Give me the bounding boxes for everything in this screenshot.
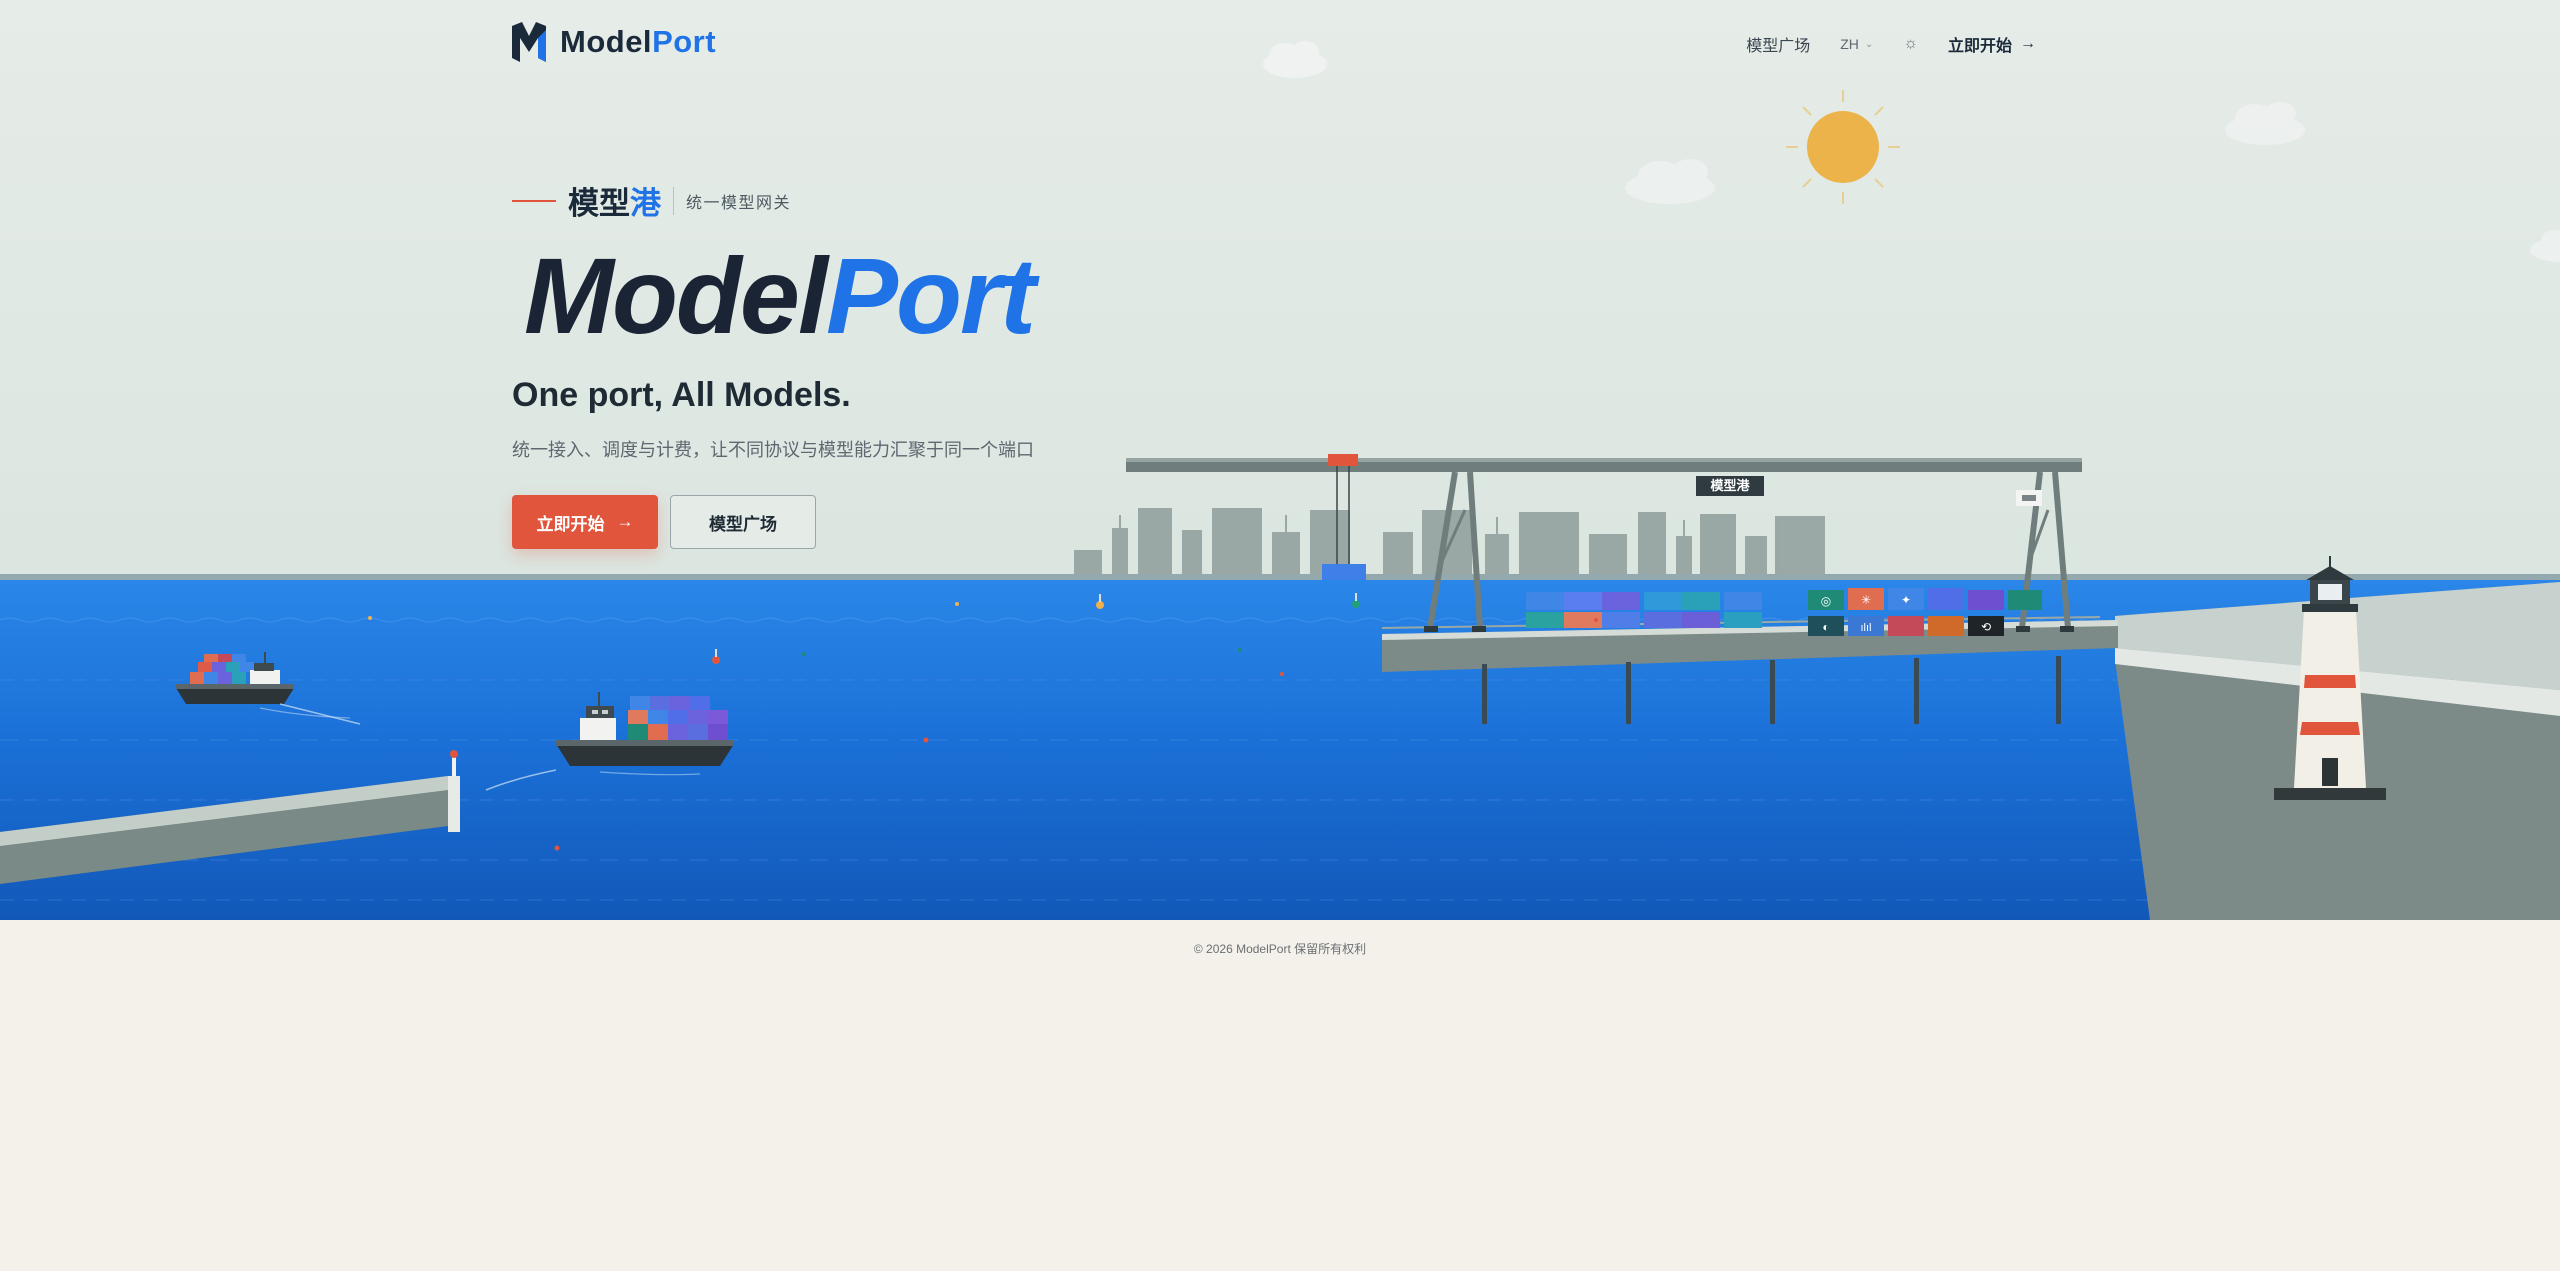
brand-name-model: Model	[560, 24, 653, 59]
language-selector[interactable]: ZH ⌄	[1840, 36, 1873, 52]
svg-text:◎: ◎	[1821, 594, 1831, 608]
arrow-right-icon: →	[2020, 35, 2036, 52]
nav-start-label: 立即开始	[1947, 38, 2012, 55]
language-label: ZH	[1840, 36, 1859, 52]
svg-text:⟲: ⟲	[1981, 620, 1991, 634]
model-plaza-button[interactable]: 模型广场	[670, 495, 816, 549]
hero-eyebrow: 模型港 统一模型网关	[512, 178, 791, 223]
svg-text:◐: ◐	[1822, 620, 1829, 634]
divider	[673, 186, 674, 215]
accent-line	[512, 199, 556, 202]
top-nav: 模型广场 ZH ⌄ ☼ 立即开始 →	[1746, 32, 2036, 56]
svg-text:ılıl: ılıl	[1861, 622, 1872, 634]
eyebrow-title: 模型港	[568, 178, 661, 223]
cloud-icon	[2530, 230, 2560, 262]
logo-mark-icon	[512, 22, 546, 62]
cloud-icon	[2225, 102, 2305, 145]
brand-name-port: Port	[652, 24, 717, 59]
brand-logo[interactable]: ModelPort	[512, 22, 716, 62]
hero-description: 统一接入、调度与计费，让不同协议与模型能力汇聚于同一个端口	[512, 440, 1034, 460]
sun-icon	[1786, 90, 1900, 204]
eyebrow-subtitle: 统一模型网关	[686, 194, 792, 212]
sun-icon[interactable]: ☼	[1903, 35, 1918, 53]
arrow-right-icon: →	[616, 512, 634, 531]
model-plaza-button-label: 模型广场	[709, 514, 777, 534]
nav-model-plaza[interactable]: 模型广场	[1746, 32, 1810, 56]
hero-wordmark: ModelPort	[524, 226, 1036, 366]
hero-tagline: One port, All Models.	[512, 376, 851, 414]
harbor-illustration: 模型港 ◎ ✳ ✦ ◐ ılıl ⟲	[0, 41, 2560, 920]
cloud-icon	[1625, 159, 1715, 204]
eyebrow-title-part1: 模型	[568, 186, 630, 221]
chevron-down-icon: ⌄	[1864, 38, 1874, 50]
svg-text:✳: ✳	[1861, 593, 1871, 607]
eyebrow-title-part2: 港	[630, 186, 661, 221]
start-button-label: 立即开始	[536, 514, 605, 534]
nav-start-link[interactable]: 立即开始 →	[1948, 32, 2036, 56]
crane-sign-label: 模型港	[1710, 478, 1750, 494]
footer-copyright: © 2026 ModelPort 保留所有权利	[1193, 942, 1367, 956]
site-header: ModelPort 模型广场 ZH ⌄ ☼ 立即开始 →	[512, 22, 2036, 68]
svg-text:✦: ✦	[1901, 593, 1911, 607]
wordmark-model: Model	[524, 235, 828, 356]
hero-section: 模型港 ◎ ✳ ✦ ◐ ılıl ⟲ ModelPort 模型广场 ZH ⌄ ☼…	[0, 0, 2560, 920]
start-button[interactable]: 立即开始 →	[512, 495, 658, 549]
wordmark-port: Port	[825, 235, 1036, 356]
